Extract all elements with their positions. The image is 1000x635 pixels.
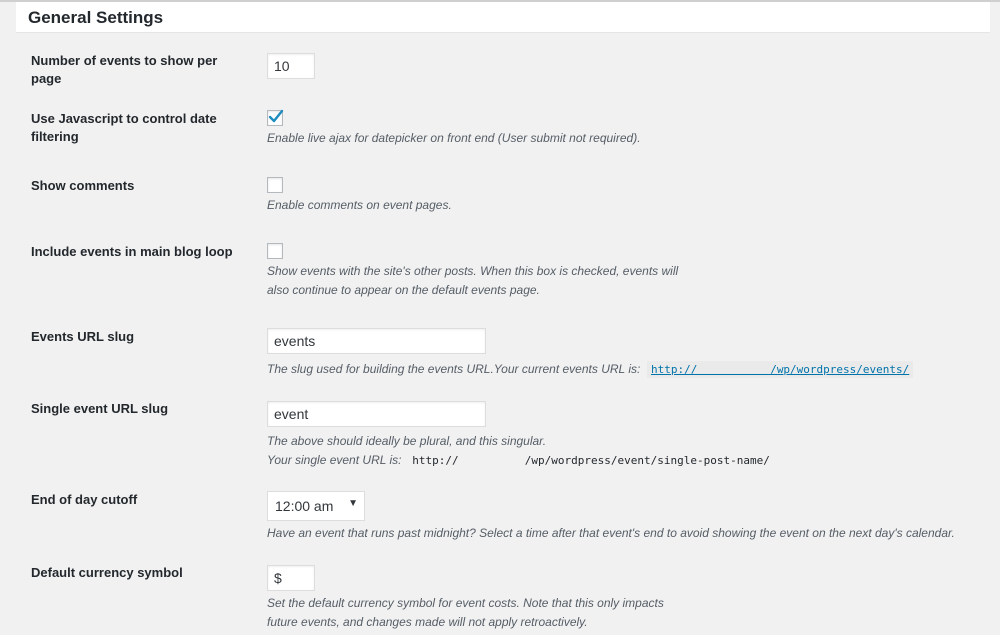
checkmark-icon [268,109,284,123]
main-loop-description: Show events with the site's other posts.… [267,264,679,297]
currency-description: Set the default currency symbol for even… [267,596,664,629]
currency-label: Default currency symbol [31,565,183,580]
section-header: General Settings [16,2,990,33]
events-slug-description: The slug used for building the events UR… [267,360,914,379]
currency-input[interactable]: $ [267,565,315,591]
day-cutoff-label: End of day cutoff [31,492,138,507]
day-cutoff-description: Have an event that runs past midnight? S… [267,526,955,540]
show-comments-description: Enable comments on event pages. [267,198,452,212]
events-per-page-input[interactable]: 10 [267,53,315,79]
events-url-link[interactable]: http:// /wp/wordpress/events/ [646,361,914,378]
js-filtering-checkbox[interactable] [267,109,284,126]
show-comments-checkbox[interactable] [267,177,283,193]
main-loop-checkbox[interactable] [267,243,283,259]
day-cutoff-select[interactable]: 12:00 am ▼ [267,491,365,521]
events-per-page-label: Number of events to show per page [31,53,218,86]
day-cutoff-value: 12:00 am [275,498,334,514]
js-filtering-label: Use Javascript to control date filtering [31,111,217,144]
single-event-url: http:// /wp/wordpress/event/single-post-… [412,454,770,467]
section-title: General Settings [28,8,164,27]
js-filtering-description: Enable live ajax for datepicker on front… [267,131,641,145]
single-slug-description: The above should ideally be plural, and … [267,432,774,470]
main-loop-label: Include events in main blog loop [31,244,233,259]
single-slug-label: Single event URL slug [31,401,169,416]
dropdown-arrow-icon: ▼ [348,498,358,509]
events-slug-input[interactable]: events [267,328,486,354]
show-comments-label: Show comments [31,178,135,193]
events-slug-label: Events URL slug [31,329,135,344]
single-slug-input[interactable]: event [267,401,486,427]
